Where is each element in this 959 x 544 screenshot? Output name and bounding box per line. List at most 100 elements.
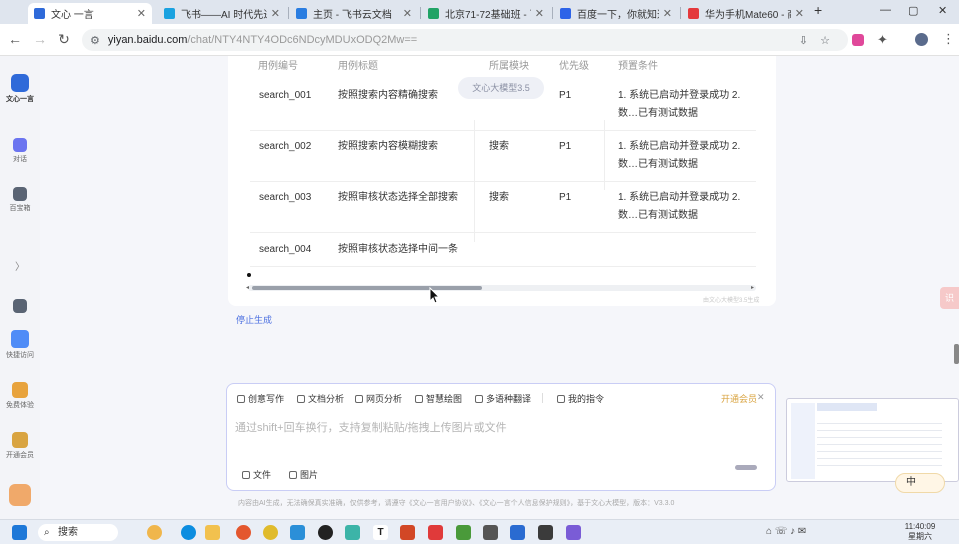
mail-icon xyxy=(13,299,27,313)
open-membership-link[interactable]: 开通会员 xyxy=(721,392,757,405)
minimize-button[interactable]: — xyxy=(880,4,891,16)
close-tab-icon[interactable]: ✕ xyxy=(403,7,412,20)
app-icon[interactable] xyxy=(510,525,525,540)
send-loading-icon[interactable] xyxy=(735,465,757,470)
app-icon[interactable] xyxy=(483,525,498,540)
back-arrow-icon[interactable]: ← xyxy=(6,31,24,47)
close-tab-icon[interactable]: ✕ xyxy=(137,7,146,20)
tool-creative-writing[interactable]: 创意写作 xyxy=(237,392,284,405)
weather-widget-icon[interactable] xyxy=(147,525,162,540)
tab-separator xyxy=(288,7,289,19)
tab-separator xyxy=(680,7,681,19)
logo[interactable]: 文心一言 xyxy=(0,74,40,104)
app-icon[interactable] xyxy=(290,525,305,540)
taskbar-search[interactable]: ⌕ 搜索 xyxy=(38,524,118,541)
chrome-icon[interactable] xyxy=(263,525,278,540)
jd-favicon-icon xyxy=(688,8,699,19)
upload-file-button[interactable]: 文件 xyxy=(242,468,271,481)
reload-icon[interactable]: ↻ xyxy=(55,31,73,48)
clock[interactable]: 11:40:09 星期六 xyxy=(900,522,940,542)
powerpoint-icon[interactable] xyxy=(400,525,415,540)
app-icon[interactable] xyxy=(428,525,443,540)
pen-icon xyxy=(237,394,245,403)
sidebar-item-chat[interactable]: 对话 xyxy=(0,138,40,164)
sidebar-item-toolbox[interactable]: 百宝箱 xyxy=(0,187,40,213)
windows-start-icon[interactable] xyxy=(12,525,27,540)
close-window-button[interactable]: ✕ xyxy=(938,4,947,17)
maximize-button[interactable]: ▢ xyxy=(908,4,918,17)
stop-generating-button[interactable]: 停止生成 xyxy=(236,313,272,326)
tab-feishu-docs[interactable]: 主页 - 飞书云文档 ✕ xyxy=(290,3,418,24)
app-icon[interactable] xyxy=(456,525,471,540)
profile-avatar-icon[interactable] xyxy=(915,33,928,46)
sidebar-item-free-trial[interactable]: 免费体验 xyxy=(0,382,40,410)
tool-smart-drawing[interactable]: 智慧绘图 xyxy=(415,392,462,405)
tab-baidu[interactable]: 百度一下，你就知道 ✕ xyxy=(554,3,678,24)
extensions-puzzle-icon[interactable]: ✦ xyxy=(877,32,888,48)
app-icon[interactable] xyxy=(318,525,333,540)
table-cell-priority: P1 xyxy=(559,192,572,203)
preview-sidebar xyxy=(791,403,815,479)
close-toolbar-icon[interactable]: ✕ xyxy=(757,392,765,403)
generated-by-footnote: 由文心大模型3.5生成 xyxy=(703,298,760,304)
address-bar[interactable]: ⚙ yiyan.baidu.com/chat/NTY4NTY4ODc6NDcyM… xyxy=(82,29,848,51)
url-path: /chat/NTY4NTY4ODc6NDcyMDUxODQ2Mw== xyxy=(187,34,418,46)
file-explorer-icon[interactable] xyxy=(205,525,220,540)
model-badge: 文心大模型3.5 xyxy=(458,77,544,99)
table-cell-module: 搜索 xyxy=(489,141,509,152)
system-tray-icons[interactable]: ⌂ ☏ ♪ ✉ xyxy=(766,526,806,537)
edge-browser-icon[interactable] xyxy=(181,525,196,540)
extension-icon[interactable] xyxy=(852,34,864,46)
table-row: search_001 xyxy=(259,90,312,101)
tab-jd[interactable]: 华为手机Mate60 - 商… ✕ xyxy=(682,3,810,24)
page-scrollbar-thumb[interactable] xyxy=(954,344,959,364)
brush-icon xyxy=(415,394,423,403)
close-tab-icon[interactable]: ✕ xyxy=(795,7,804,20)
close-tab-icon[interactable]: ✕ xyxy=(271,7,280,20)
row-divider xyxy=(250,130,756,131)
forward-arrow-icon[interactable]: → xyxy=(31,31,49,47)
table-header-module: 所属模块 xyxy=(489,61,529,72)
preview-header xyxy=(817,403,877,411)
prompt-input[interactable]: 通过shift+回车换行，支持复制粘贴/拖拽上传图片或文件 xyxy=(235,419,507,435)
tool-doc-analysis[interactable]: 文档分析 xyxy=(297,392,344,405)
menu-kebab-icon[interactable]: ⋮ xyxy=(942,31,955,47)
app-icon[interactable] xyxy=(345,525,360,540)
tool-translation[interactable]: 多语种翻译 xyxy=(475,392,531,405)
app-icon[interactable] xyxy=(538,525,553,540)
app-icon[interactable] xyxy=(236,525,251,540)
ime-status[interactable]: 中 xyxy=(895,473,945,493)
sidebar-item-quick-access[interactable]: 快捷访问 xyxy=(0,330,40,360)
install-app-icon[interactable]: ⇩ xyxy=(799,34,808,47)
tab-sheet[interactable]: 北京71-72基础班 - 飞… ✕ xyxy=(422,3,550,24)
row-divider xyxy=(250,266,756,267)
tab-separator xyxy=(552,7,553,19)
table-cell-priority: P1 xyxy=(559,141,572,152)
translate-icon xyxy=(475,394,483,403)
close-tab-icon[interactable]: ✕ xyxy=(663,7,672,20)
floating-preview-thumbnail[interactable] xyxy=(786,398,959,482)
user-avatar[interactable] xyxy=(9,484,31,506)
sidebar-item-mail[interactable] xyxy=(0,299,40,315)
site-info-icon[interactable]: ⚙ xyxy=(90,34,100,47)
tab-wenxin[interactable]: 文心 一言 ✕ xyxy=(28,3,152,24)
sidebar-item-membership[interactable]: 开通会员 xyxy=(0,432,40,460)
file-icon xyxy=(242,470,250,479)
tool-my-commands[interactable]: 我的指令 xyxy=(557,392,604,405)
new-tab-button[interactable]: + xyxy=(814,2,822,18)
preview-table xyxy=(817,417,942,467)
table-header-priority: 优先级 xyxy=(559,61,589,72)
wenxin-logo-icon xyxy=(11,74,29,92)
scroll-left-arrow-icon[interactable]: ◂ xyxy=(246,284,249,291)
close-tab-icon[interactable]: ✕ xyxy=(535,7,544,20)
app-icon[interactable] xyxy=(566,525,581,540)
scroll-right-arrow-icon[interactable]: ▸ xyxy=(751,284,754,291)
tool-web-analysis[interactable]: 网页分析 xyxy=(355,392,402,405)
tab-feishu[interactable]: 飞书——AI 时代先进… ✕ xyxy=(158,3,286,24)
typora-icon[interactable]: T xyxy=(373,525,388,540)
scrollbar-thumb[interactable] xyxy=(252,286,482,290)
upload-image-button[interactable]: 图片 xyxy=(289,468,318,481)
sidebar-expand-button[interactable]: 〉 xyxy=(0,258,40,273)
bookmark-star-icon[interactable]: ☆ xyxy=(820,34,830,47)
side-float-tab[interactable]: 识 xyxy=(940,287,959,309)
